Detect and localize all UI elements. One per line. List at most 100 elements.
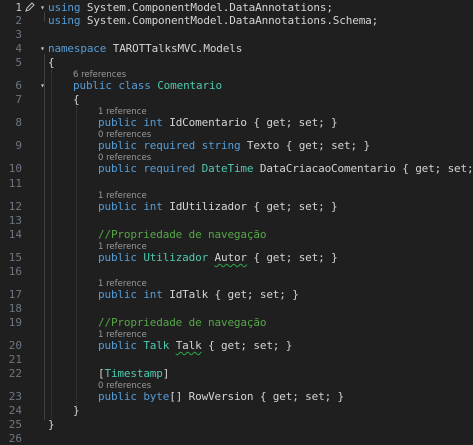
code-line-6[interactable]: public class Comentario <box>73 79 222 92</box>
line-number: 6 <box>15 79 22 92</box>
keyword: public <box>98 162 137 175</box>
line-number: 2 <box>15 14 22 27</box>
code-editor[interactable]: 1 2 3 4 5 6 7 8 9 10 11 12 13 14 15 16 1… <box>0 0 473 445</box>
code-line-10[interactable]: public required DateTime DataCriacaoCome… <box>98 162 473 175</box>
code-text: System.ComponentModel.DataAnnotations.Sc… <box>80 14 379 27</box>
chevron-down-icon[interactable]: ▾ <box>38 81 47 90</box>
indent-guide <box>51 70 52 418</box>
keyword: public <box>98 390 137 403</box>
code-line-17[interactable]: public int IdTalk { get; set; } <box>98 288 299 301</box>
code-text: { get; set; } <box>279 139 370 152</box>
line-number: 24 <box>8 404 22 417</box>
property-name: Autor <box>214 251 248 264</box>
code-line-12[interactable]: public int IdUtilizador { get; set; } <box>98 200 338 213</box>
code-line-4[interactable]: namespace TAROTTalksMVC.Models <box>48 42 242 55</box>
line-number: 19 <box>8 316 22 329</box>
code-line-23[interactable]: public byte[] RowVersion { get; set; } <box>98 390 344 403</box>
line-number: 13 <box>8 214 22 227</box>
property-name: IdUtilizador <box>169 200 247 213</box>
attribute-name: Timestamp <box>104 367 163 380</box>
keyword: public <box>98 288 137 301</box>
code-line-5[interactable]: { <box>48 56 55 69</box>
code-text: { get; set; } <box>246 116 338 129</box>
code-text: TAROTTalksMVC.Models <box>106 42 243 55</box>
line-number: 23 <box>8 390 22 403</box>
code-text: { get; set; } <box>201 339 293 352</box>
keyword: public <box>98 339 137 352</box>
line-number: 5 <box>15 56 22 69</box>
line-number: 25 <box>8 418 22 431</box>
line-number: 20 <box>8 339 22 352</box>
line-number: 3 <box>15 28 22 41</box>
code-text: { get; set; } <box>208 288 299 301</box>
keyword: using <box>48 1 81 14</box>
pencil-icon <box>25 2 35 12</box>
type-name: Utilizador <box>143 251 209 264</box>
chevron-down-icon[interactable]: ▾ <box>38 44 47 53</box>
line-number: 1 <box>15 1 22 14</box>
line-number: 18 <box>8 302 22 315</box>
line-number: 21 <box>8 353 22 366</box>
property-name: IdComentario <box>169 116 247 129</box>
property-name: IdTalk <box>169 288 209 301</box>
code-text: System.ComponentModel.DataAnnotations; <box>80 1 333 14</box>
keyword: using <box>48 14 81 27</box>
type-name: DateTime <box>201 162 254 175</box>
code-line-7[interactable]: { <box>73 93 80 106</box>
line-number: 7 <box>15 93 22 106</box>
code-text: { get; set; } <box>246 200 338 213</box>
line-number: 14 <box>8 228 22 241</box>
line-number: 8 <box>15 116 22 129</box>
keyword: int <box>143 288 163 301</box>
code-line-2[interactable]: using System.ComponentModel.DataAnnotati… <box>48 14 378 27</box>
code-text: { get; set; } <box>246 251 338 264</box>
line-number: 10 <box>8 162 22 175</box>
keyword: byte <box>143 390 170 403</box>
keyword: string <box>201 139 241 152</box>
type-name: Talk <box>143 339 170 352</box>
line-number: 26 <box>8 432 22 445</box>
line-number: 17 <box>8 288 22 301</box>
type-name: Comentario <box>157 79 222 92</box>
property-name: DataCriacaoComentario <box>259 162 396 175</box>
keyword: class <box>118 79 151 92</box>
line-number: 11 <box>8 177 22 190</box>
code-line-22[interactable]: [Timestamp] <box>98 367 169 380</box>
property-name: RowVersion <box>188 390 254 403</box>
code-line-8[interactable]: public int IdComentario { get; set; } <box>98 116 338 129</box>
property-name: Texto <box>246 139 280 152</box>
keyword: public <box>98 251 137 264</box>
keyword: required <box>143 139 196 152</box>
code-line-20[interactable]: public Talk Talk { get; set; } <box>98 339 292 352</box>
code-line-24[interactable]: } <box>73 404 80 417</box>
keyword: required <box>143 162 196 175</box>
code-comment[interactable]: //Propriedade de navegação <box>98 316 266 329</box>
code-text: { get; set; } <box>253 390 345 403</box>
line-number: 16 <box>8 265 22 278</box>
chevron-down-icon[interactable]: ▾ <box>38 3 47 12</box>
code-line-1[interactable]: using System.ComponentModel.DataAnnotati… <box>48 1 333 14</box>
line-number: 9 <box>15 139 22 152</box>
property-name: Talk <box>175 339 202 352</box>
code-line-9[interactable]: public required string Texto { get; set;… <box>98 139 370 152</box>
code-text: [] <box>169 390 183 403</box>
line-number: 15 <box>8 251 22 264</box>
code-line-15[interactable]: public Utilizador Autor { get; set; } <box>98 251 338 264</box>
keyword: int <box>143 200 163 213</box>
keyword: public <box>98 200 137 213</box>
line-number: 12 <box>8 200 22 213</box>
line-number: 4 <box>15 42 22 55</box>
fold-guide <box>44 12 45 22</box>
code-comment[interactable]: //Propriedade de navegação <box>98 228 266 241</box>
bracket: ] <box>162 367 170 380</box>
keyword: public <box>98 139 137 152</box>
line-number: 22 <box>8 367 22 380</box>
indent-guide <box>76 106 77 406</box>
keyword: public <box>98 116 137 129</box>
keyword: namespace <box>48 42 107 55</box>
line-number-gutter: 1 2 3 4 5 6 7 8 9 10 11 12 13 14 15 16 1… <box>0 0 22 445</box>
code-text: { get; set; } <box>402 162 473 175</box>
fold-guide <box>44 54 45 420</box>
keyword: public <box>73 79 112 92</box>
code-line-25[interactable]: } <box>48 418 55 431</box>
